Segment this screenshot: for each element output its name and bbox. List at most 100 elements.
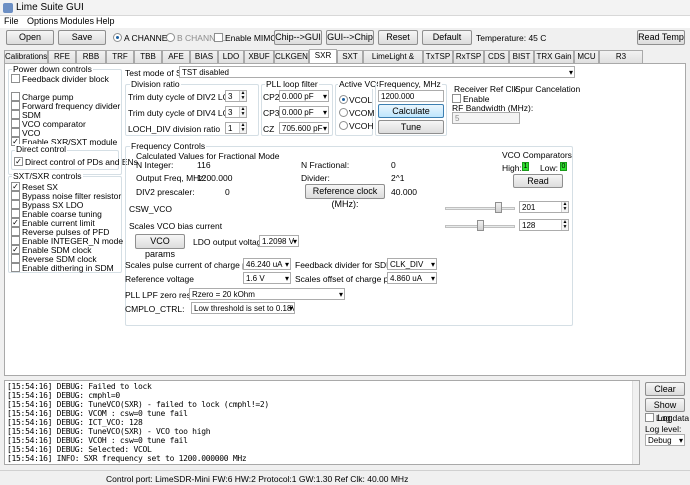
enable-coarse-tuning-checkbox[interactable]: [11, 209, 20, 218]
log-level-label: Log level:: [645, 424, 682, 434]
n-fractional-label: N Fractional:: [301, 160, 350, 170]
bypass-sx-ldo-checkbox[interactable]: [11, 200, 20, 209]
feedback-divider-sdm-label: Feedback divider for SDM: [295, 260, 394, 270]
log-scrollbar[interactable]: [632, 381, 639, 464]
vco-comparators-title: VCO Comparators: [502, 150, 572, 160]
reset-sx-checkbox[interactable]: ✓: [11, 182, 20, 191]
csw-vco-spinner[interactable]: 201 ▲ ▼: [519, 201, 569, 213]
enable-dithering-checkbox[interactable]: [11, 263, 20, 272]
ldo-output-voltage-select[interactable]: 1.2098 V: [259, 235, 299, 247]
menu-file[interactable]: File: [4, 16, 19, 26]
pd-vco-comparator-checkbox[interactable]: [11, 119, 20, 128]
calculate-button[interactable]: Calculate: [378, 104, 444, 118]
tab-sxt[interactable]: SXT: [337, 50, 363, 63]
reverse-pfd-checkbox[interactable]: [11, 227, 20, 236]
log-line: [15:54:16] DEBUG: TuneVCO(SXR) - VCO too…: [7, 427, 211, 436]
channel-b-radio[interactable]: [166, 33, 175, 42]
feedback-divider-sdm-select[interactable]: CLK_DIV: [387, 258, 437, 270]
rf-bandwidth-input[interactable]: 5: [452, 112, 520, 124]
menu-modules[interactable]: Modules: [60, 16, 94, 26]
cz-select[interactable]: 705.600 pF: [279, 122, 329, 134]
tab-rfe[interactable]: RFE: [48, 50, 76, 63]
enable-mimo-checkbox[interactable]: [214, 33, 223, 42]
pd-feedback-divider-label: Feedback divider block: [22, 74, 109, 84]
vcol-radio[interactable]: [339, 95, 348, 104]
divider-label: Divider:: [301, 173, 330, 183]
cp3-select[interactable]: 0.000 pF: [279, 106, 329, 118]
tab-afe[interactable]: AFE: [162, 50, 190, 63]
loch-div-spinner[interactable]: 1 ▲ ▼: [225, 122, 247, 134]
reverse-sdm-clock-checkbox[interactable]: [11, 254, 20, 263]
spur-enable-checkbox[interactable]: [452, 94, 461, 103]
pd-feedback-divider-checkbox[interactable]: [11, 74, 20, 83]
enable-sdm-clock-checkbox[interactable]: ✓: [11, 245, 20, 254]
menu-options[interactable]: Options: [27, 16, 58, 26]
vcom-label: VCOM: [349, 108, 375, 118]
tab-mcu[interactable]: MCU: [574, 50, 599, 63]
pd-charge-pump-checkbox[interactable]: [11, 92, 20, 101]
tab-bist[interactable]: BIST: [509, 50, 534, 63]
test-mode-select[interactable]: TST disabled: [179, 66, 575, 78]
save-button[interactable]: Save: [58, 30, 106, 45]
cmplo-ctrl-select[interactable]: Low threshold is set to 0.18V: [191, 302, 295, 314]
channel-a-radio[interactable]: [113, 33, 122, 42]
pd-sdm-checkbox[interactable]: [11, 110, 20, 119]
reference-voltage-select[interactable]: 1.6 V: [243, 272, 291, 284]
div2-loch-spinner[interactable]: 3 ▲ ▼: [225, 90, 247, 102]
csw-vco-slider-thumb[interactable]: [494, 202, 502, 213]
pd-forward-divider-checkbox[interactable]: [11, 101, 20, 110]
tab-xbuf[interactable]: XBUF: [244, 50, 274, 63]
pulse-current-select[interactable]: 46.240 uA: [243, 258, 291, 270]
reset-button[interactable]: Reset: [378, 30, 418, 45]
vco-params-button[interactable]: VCO params: [135, 234, 185, 259]
tab-tbb[interactable]: TBB: [134, 50, 162, 63]
show-log-button[interactable]: Show Log: [645, 398, 685, 423]
integer-n-mode-checkbox[interactable]: [11, 236, 20, 245]
gui-to-chip-button[interactable]: GUI-->Chip: [326, 30, 374, 45]
scales-vco-bias-spinner[interactable]: 128 ▲ ▼: [519, 219, 569, 231]
tab-bias[interactable]: BIAS: [190, 50, 218, 63]
enable-current-limit-checkbox[interactable]: ✓: [11, 218, 20, 227]
pd-vco-checkbox[interactable]: [11, 128, 20, 137]
tab-trf[interactable]: TRF: [106, 50, 134, 63]
tab-trx-gain[interactable]: TRX Gain: [534, 50, 574, 63]
app-icon: [3, 3, 13, 13]
tab-cds[interactable]: CDS: [484, 50, 509, 63]
direct-control-checkbox[interactable]: ✓: [14, 157, 23, 166]
vcom-radio[interactable]: [339, 108, 348, 117]
tab-r3-controls[interactable]: R3 Controls: [599, 50, 643, 73]
read-comparators-button[interactable]: Read: [513, 174, 563, 188]
tab-rxtsp[interactable]: RxTSP: [453, 50, 484, 63]
tab-clkgen[interactable]: CLKGEN: [274, 50, 309, 63]
log-line: [15:54:16] DEBUG: Failed to lock: [7, 382, 152, 391]
div2-prescaler-label: DIV2 prescaler:: [136, 187, 195, 197]
sx-controls-title: SXT/SXR controls: [12, 171, 83, 181]
frequency-input[interactable]: 1200.000: [378, 90, 444, 102]
tab-txtsp[interactable]: TxTSP: [423, 50, 453, 63]
tune-button[interactable]: Tune: [378, 120, 444, 134]
csw-vco-slider-track[interactable]: [445, 207, 515, 210]
pll-lpf-zero-select[interactable]: Rzero = 20 kOhm: [189, 288, 345, 300]
tab-limelight-pad[interactable]: LimeLight & PAD: [363, 50, 423, 73]
tab-rbb[interactable]: RBB: [76, 50, 106, 63]
tab-sxr[interactable]: SXR: [309, 49, 337, 64]
chip-to-gui-button[interactable]: Chip-->GUI: [274, 30, 322, 45]
log-data-checkbox[interactable]: [645, 413, 654, 422]
open-button[interactable]: Open: [6, 30, 54, 45]
cp2-select[interactable]: 0.000 pF: [279, 90, 329, 102]
bypass-noise-filter-checkbox[interactable]: [11, 191, 20, 200]
menu-help[interactable]: Help: [96, 16, 115, 26]
tab-calibrations[interactable]: Calibrations: [4, 50, 48, 63]
clear-log-button[interactable]: Clear: [645, 382, 685, 396]
reference-clock-value: 40.000: [391, 187, 417, 197]
div4-loch-spinner[interactable]: 3 ▲ ▼: [225, 106, 247, 118]
charge-pump-offset-select[interactable]: 4.860 uA: [387, 272, 437, 284]
loch-div-label: LOCH_DIV division ratio: [128, 124, 221, 134]
scales-vco-bias-slider-thumb[interactable]: [476, 220, 484, 231]
reference-clock-button[interactable]: Reference clock (MHz):: [305, 184, 385, 209]
default-button[interactable]: Default: [422, 30, 472, 45]
vcoh-radio[interactable]: [339, 121, 348, 130]
read-temp-button[interactable]: Read Temp: [637, 30, 685, 45]
tab-ldo[interactable]: LDO: [218, 50, 244, 63]
log-level-select[interactable]: Debug: [645, 434, 685, 446]
